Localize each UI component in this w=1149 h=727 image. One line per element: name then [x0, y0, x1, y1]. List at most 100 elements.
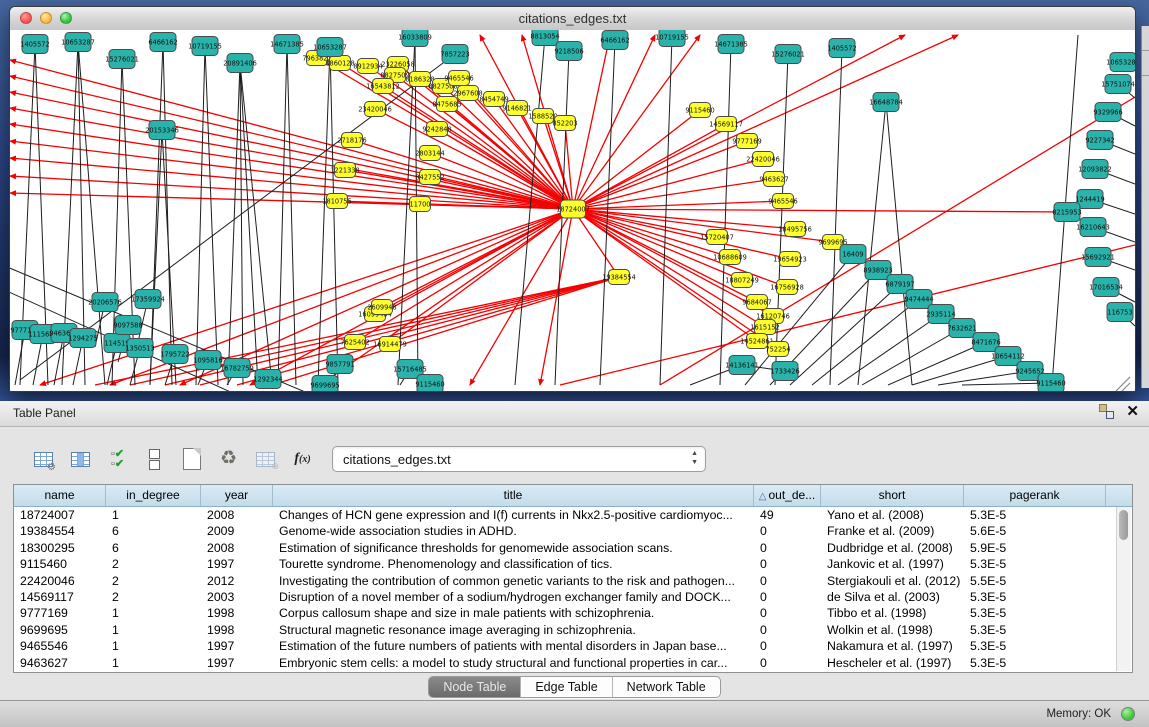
column-header[interactable]: pagerank: [964, 485, 1106, 506]
network-node[interactable]: 752254: [765, 342, 790, 357]
network-node[interactable]: 9329966: [1093, 103, 1122, 122]
network-node[interactable]: 15276021: [771, 45, 805, 64]
network-node[interactable]: 9463627: [759, 172, 788, 187]
network-node[interactable]: 7857223: [440, 45, 469, 64]
network-node[interactable]: 8215953: [1052, 203, 1081, 222]
network-node[interactable]: 20153346: [145, 121, 179, 140]
network-node[interactable]: 1095816: [193, 351, 222, 370]
close-panel-icon[interactable]: ✕: [1126, 404, 1139, 419]
network-node[interactable]: 9777169: [732, 134, 761, 149]
network-node[interactable]: 16033809: [398, 30, 432, 47]
network-node[interactable]: 22420046: [746, 152, 780, 167]
table-row[interactable]: 2242004622012Investigating the contribut…: [14, 573, 1132, 589]
column-select-button[interactable]: [67, 446, 94, 473]
column-header[interactable]: short: [821, 485, 964, 506]
network-node[interactable]: 9857791: [325, 355, 354, 374]
column-header[interactable]: in_degree: [106, 485, 201, 506]
table-row[interactable]: 1938455462009Genome-wide association stu…: [14, 523, 1132, 539]
network-node[interactable]: 18724007: [556, 200, 590, 218]
network-node[interactable]: 1795722: [160, 345, 189, 364]
table-row[interactable]: 1872400712008Changes of HCN gene express…: [14, 507, 1132, 523]
network-canvas[interactable]: 1872400779638228860128891293423226058882…: [10, 30, 1135, 392]
network-node[interactable]: 17016534: [1089, 278, 1123, 297]
network-node[interactable]: 12093822: [1078, 160, 1112, 179]
network-node[interactable]: 14671385: [270, 35, 304, 54]
network-node[interactable]: 8912934: [353, 59, 382, 74]
column-header[interactable]: name: [14, 485, 106, 506]
table-scrollbar[interactable]: [1116, 507, 1131, 671]
table-row[interactable]: 969969511998Structural magnetic resonanc…: [14, 622, 1132, 638]
tab-network-table[interactable]: Network Table: [613, 677, 720, 697]
network-node[interactable]: 16782759: [220, 359, 254, 378]
network-node[interactable]: 15720407: [700, 230, 734, 245]
network-node[interactable]: 8860128: [325, 56, 354, 71]
network-node[interactable]: 11700: [410, 197, 431, 212]
table-row[interactable]: 1830029562008Estimation of significance …: [14, 540, 1132, 556]
network-node[interactable]: 7632621: [947, 319, 976, 338]
network-node[interactable]: 6466162: [600, 31, 629, 50]
network-node[interactable]: 10719155: [188, 37, 222, 56]
network-node[interactable]: 1810755: [322, 194, 351, 209]
network-node[interactable]: 9115460: [1036, 374, 1065, 393]
table-settings-button[interactable]: ⚙: [30, 446, 57, 473]
row-height-button[interactable]: [141, 446, 168, 473]
scrollbar-thumb[interactable]: [1119, 510, 1128, 540]
network-node[interactable]: 9699695: [310, 376, 339, 393]
network-node[interactable]: 7625402: [340, 335, 369, 350]
table-row[interactable]: 977716911998Corpus callosum shape and si…: [14, 605, 1132, 621]
new-table-button[interactable]: [178, 446, 205, 473]
window-titlebar[interactable]: citations_edges.txt: [10, 7, 1135, 31]
network-node[interactable]: 9465546: [768, 194, 797, 209]
network-node[interactable]: 9146821: [502, 101, 531, 116]
network-node[interactable]: 9227342: [1085, 131, 1114, 150]
network-node[interactable]: 14569117: [709, 117, 743, 132]
network-node[interactable]: 19654923: [773, 252, 807, 267]
network-node[interactable]: 10653287: [61, 33, 95, 52]
network-node[interactable]: 15751074: [1101, 75, 1135, 94]
network-node[interactable]: 9465546: [444, 71, 473, 86]
network-node[interactable]: 16409: [840, 245, 866, 264]
network-node[interactable]: 1615152: [750, 320, 779, 335]
network-node[interactable]: 1405572: [20, 35, 49, 54]
network-node[interactable]: 9218506: [554, 42, 583, 61]
network-node[interactable]: 15276021: [105, 50, 139, 69]
network-node[interactable]: 8427552: [415, 170, 444, 185]
network-node[interactable]: 2609948: [367, 300, 396, 315]
network-node[interactable]: 6466162: [148, 33, 177, 52]
tab-edge-table[interactable]: Edge Table: [521, 677, 612, 697]
network-node[interactable]: 9097588: [113, 316, 142, 335]
table-row[interactable]: 911546021997Tourette syndrome. Phenomeno…: [14, 556, 1132, 572]
network-node[interactable]: 8813054: [530, 30, 559, 46]
network-node[interactable]: 116753: [1107, 303, 1133, 322]
network-node[interactable]: 1405572: [827, 39, 856, 58]
network-node[interactable]: 14136141: [725, 356, 759, 375]
network-file-select[interactable]: citations_edges.txt ▲▼: [332, 446, 706, 472]
network-node[interactable]: 9242848: [422, 122, 451, 137]
network-node[interactable]: 20206576: [88, 293, 122, 312]
network-node[interactable]: 14671385: [714, 35, 748, 54]
network-node[interactable]: 852203: [552, 116, 577, 131]
network-node[interactable]: 9684067: [742, 295, 771, 310]
table-row[interactable]: 1456911722003Disruption of a novel membe…: [14, 589, 1132, 605]
network-node[interactable]: 9115460: [685, 103, 714, 118]
network-node[interactable]: 10719155: [655, 30, 689, 47]
table-row[interactable]: 946554611997Estimation of the future num…: [14, 638, 1132, 654]
network-node[interactable]: 2967608: [453, 86, 482, 101]
tab-node-table[interactable]: Node Table: [429, 677, 521, 697]
network-node[interactable]: 16648784: [869, 93, 903, 112]
select-rows-button[interactable]: ✔✔: [104, 446, 131, 473]
column-header[interactable]: title: [273, 485, 754, 506]
network-node[interactable]: 1350513: [125, 339, 154, 358]
network-node[interactable]: 1221338: [330, 163, 359, 178]
network-node[interactable]: 16756928: [770, 280, 804, 295]
network-node[interactable]: 2803144: [415, 146, 444, 161]
table-row[interactable]: 946362711997Embryonic stem cells: a mode…: [14, 655, 1132, 671]
network-node[interactable]: 16210643: [1076, 218, 1110, 237]
network-node[interactable]: 19384554: [602, 270, 636, 285]
network-node[interactable]: 8475685: [432, 97, 461, 112]
network-node[interactable]: 1294275: [68, 329, 97, 348]
network-node[interactable]: 10653287: [313, 38, 347, 57]
function-builder-button[interactable]: f(x): [289, 446, 316, 473]
column-header[interactable]: △out_de...: [754, 485, 821, 506]
network-node[interactable]: 15692921: [1081, 248, 1115, 267]
